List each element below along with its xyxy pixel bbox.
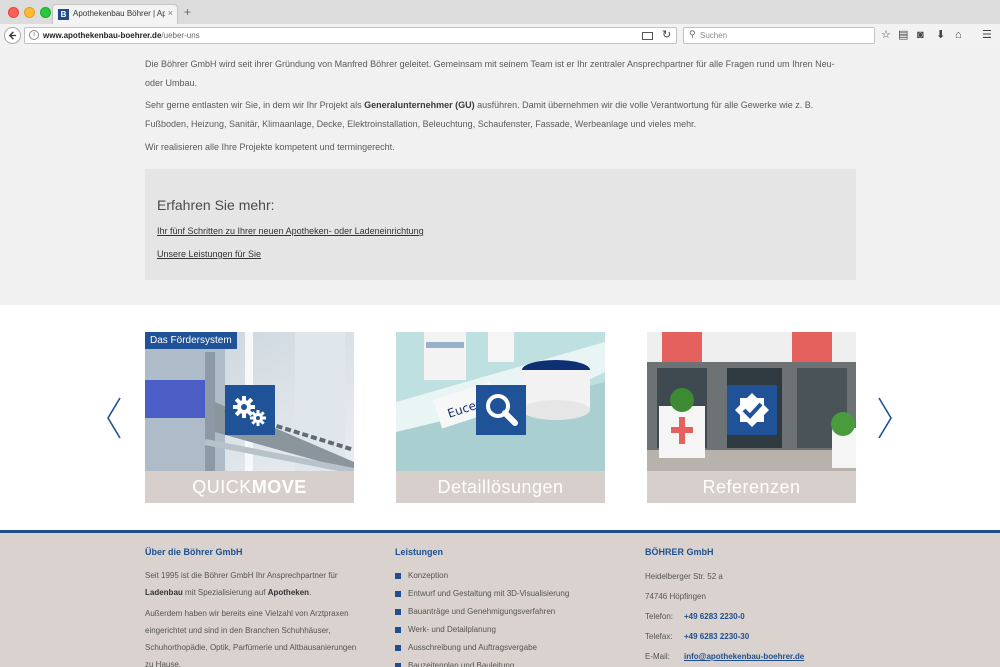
- maximize-window-button[interactable]: [40, 7, 51, 18]
- phone-label: Telefon:: [645, 612, 674, 621]
- about-t1-bold1: Ladenbau: [145, 588, 183, 597]
- caption-bold: MOVE: [251, 477, 307, 497]
- teaser-slider: Das Fördersystem QUICKMOVE Eucerin Detai…: [0, 305, 1000, 530]
- slider-prev-arrow-icon[interactable]: [106, 397, 122, 439]
- card-detail-caption: Detaillösungen: [396, 471, 605, 503]
- intro-p2-text-a: Sehr gerne entlasten wir Sie, in dem wir…: [145, 100, 365, 110]
- service-list-item: Werk- und Detailplanung: [395, 621, 615, 639]
- service-list-item: Ausschreibung und Auftragsvergabe: [395, 639, 615, 657]
- reload-icon[interactable]: ↻: [662, 28, 671, 41]
- gears-icon: [225, 385, 275, 435]
- pocket-icon[interactable]: ◙: [917, 29, 924, 41]
- site-info-icon[interactable]: i: [29, 30, 39, 40]
- card-quickmove[interactable]: Das Fördersystem QUICKMOVE: [145, 332, 354, 503]
- service-list-item: Bauanträge und Genehmigungsverfahren: [395, 603, 615, 621]
- contact-phone-row: Telefon: +49 6283 2230-0: [645, 607, 905, 627]
- service-list-item: Bauzeitenplan und Bauleitung: [395, 657, 615, 667]
- email-label: E-Mail:: [645, 652, 670, 661]
- fax-number: +49 6283 2230-30: [684, 632, 750, 641]
- url-path: /ueber-uns: [161, 31, 200, 40]
- link-five-steps[interactable]: Ihr fünf Schritten zu Ihrer neuen Apothe…: [157, 226, 424, 236]
- card-quickmove-image: Das Fördersystem: [145, 332, 354, 471]
- home-icon[interactable]: ⌂: [955, 29, 962, 41]
- card-detail-image: Eucerin: [396, 332, 605, 471]
- footer-services-heading: Leistungen: [395, 547, 444, 557]
- bookmarks-menu-icon[interactable]: ▤: [898, 29, 908, 41]
- link-our-services[interactable]: Unsere Leistungen für Sie: [157, 249, 261, 259]
- close-tab-icon[interactable]: ×: [168, 8, 173, 18]
- footer-contact-column: BÖHRER GmbH Heidelberger Str. 52 a 74746…: [645, 547, 905, 667]
- footer-services-column: Leistungen Konzeption Entwurf und Gestal…: [395, 547, 615, 667]
- url-bar[interactable]: i www.apothekenbau-boehrer.de/ueber-uns …: [24, 27, 677, 44]
- footer-about-heading: Über die Böhrer GmbH: [145, 547, 243, 557]
- card-quickmove-caption: QUICKMOVE: [145, 471, 354, 503]
- search-placeholder: Suchen: [700, 31, 728, 40]
- contact-street: Heidelberger Str. 52 a: [645, 572, 723, 581]
- magnifier-icon: [476, 385, 526, 435]
- url-text: www.apothekenbau-boehrer.de/ueber-uns: [43, 31, 200, 40]
- page-footer: Über die Böhrer GmbH Seit 1995 ist die B…: [0, 530, 1000, 667]
- back-button[interactable]: [4, 27, 21, 44]
- learn-more-box: Erfahren Sie mehr: Ihr fünf Schritten zu…: [145, 169, 856, 280]
- card-referenzen-caption: Referenzen: [647, 471, 856, 503]
- learn-more-title: Erfahren Sie mehr:: [157, 197, 275, 213]
- minimize-window-button[interactable]: [24, 7, 35, 18]
- checkmark-icon: [727, 385, 777, 435]
- browser-tab[interactable]: B Apothekenbau Böhrer | Apoth ×: [52, 4, 178, 24]
- intro-paragraph-2: Sehr gerne entlasten wir Sie, in dem wir…: [145, 96, 845, 134]
- slider-next-arrow-icon[interactable]: [877, 397, 893, 439]
- new-tab-button[interactable]: +: [184, 6, 191, 18]
- caption-light: QUICK: [192, 477, 252, 497]
- about-t1-c: .: [309, 588, 312, 597]
- about-t1-b: mit Spezialisierung auf: [182, 588, 268, 597]
- footer-about-column: Über die Böhrer GmbH Seit 1995 ist die B…: [145, 547, 365, 667]
- phone-number[interactable]: +49 6283 2230-0: [684, 612, 745, 621]
- back-arrow-icon: [8, 31, 17, 40]
- card-referenzen[interactable]: Referenzen: [647, 332, 856, 503]
- intro-section: Die Böhrer GmbH wird seit ihrer Gründung…: [0, 47, 1000, 305]
- intro-p2-bold: Generalunternehmer (GU): [364, 100, 475, 110]
- contact-fax-row: Telefax: +49 6283 2230-30: [645, 627, 905, 647]
- intro-paragraph-1: Die Böhrer GmbH wird seit ihrer Gründung…: [145, 59, 835, 88]
- about-t1-a: Seit 1995 ist die Böhrer GmbH Ihr Anspre…: [145, 571, 338, 580]
- service-list-item: Konzeption: [395, 567, 615, 585]
- card-tag-label: Das Fördersystem: [145, 332, 237, 349]
- card-referenzen-image: [647, 332, 856, 471]
- footer-about-text-1: Seit 1995 ist die Böhrer GmbH Ihr Anspre…: [145, 567, 365, 601]
- close-window-button[interactable]: [8, 7, 19, 18]
- search-bar[interactable]: ⚲ Suchen: [683, 27, 875, 44]
- fax-label: Telefax:: [645, 632, 673, 641]
- search-icon: ⚲: [689, 29, 696, 39]
- service-list-item: Entwurf und Gestaltung mit 3D-Visualisie…: [395, 585, 615, 603]
- tab-strip: B Apothekenbau Böhrer | Apoth × +: [0, 0, 1000, 24]
- downloads-icon[interactable]: ⬇: [936, 29, 945, 41]
- contact-city: 74746 Höpfingen: [645, 592, 706, 601]
- footer-about-text-2: Außerdem haben wir bereits eine Vielzahl…: [145, 609, 357, 667]
- about-t1-bold2: Apotheken: [267, 588, 310, 597]
- nav-bar: i www.apothekenbau-boehrer.de/ueber-uns …: [0, 24, 1000, 47]
- email-link[interactable]: info@apothekenbau-boehrer.de: [684, 652, 804, 661]
- footer-contact-heading: BÖHRER GmbH: [645, 547, 714, 557]
- browser-chrome: B Apothekenbau Böhrer | Apoth × + i www.…: [0, 0, 1000, 47]
- hamburger-menu-icon[interactable]: ☰: [982, 29, 992, 41]
- reader-view-icon[interactable]: [642, 32, 653, 40]
- tab-title: Apothekenbau Böhrer | Apoth: [73, 9, 165, 18]
- favicon-icon: B: [58, 9, 69, 20]
- intro-paragraph-3: Wir realisieren alle Ihre Projekte kompe…: [145, 142, 395, 152]
- url-domain: www.apothekenbau-boehrer.de: [43, 31, 162, 40]
- contact-email-row: E-Mail: info@apothekenbau-boehrer.de: [645, 647, 905, 667]
- card-detailloesungen[interactable]: Eucerin Detaillösungen: [396, 332, 605, 503]
- bookmark-star-icon[interactable]: ☆: [881, 29, 891, 41]
